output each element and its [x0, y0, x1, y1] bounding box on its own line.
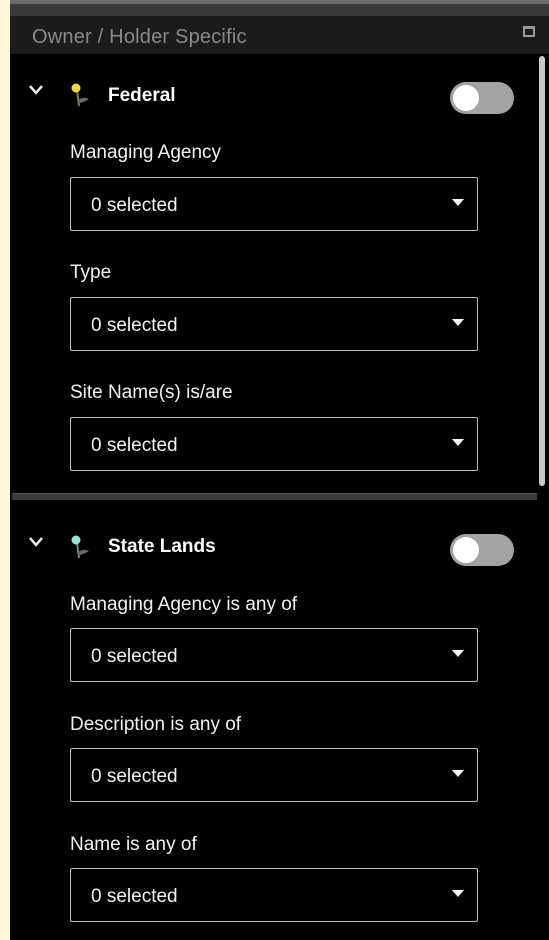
federal-toggle[interactable] [450, 82, 514, 114]
toggle-knob [453, 85, 479, 111]
map-pin-icon [71, 535, 89, 559]
caret-down-icon [452, 439, 464, 446]
scrollbar[interactable] [539, 56, 545, 486]
chevron-down-icon[interactable] [28, 82, 44, 98]
toggle-knob [453, 537, 479, 563]
select-value: 0 selected [91, 766, 178, 787]
caret-down-icon [452, 199, 464, 206]
select-value: 0 selected [91, 315, 178, 336]
site-names-select[interactable]: 0 selected [70, 417, 478, 471]
caret-down-icon [452, 319, 464, 326]
field-label-site-names: Site Name(s) is/are [70, 382, 233, 403]
field-label-managing-agency: Managing Agency [70, 142, 222, 163]
field-label-managing-agency: Managing Agency is any of [70, 594, 298, 615]
managing-agency-select[interactable]: 0 selected [70, 177, 478, 231]
caret-down-icon [452, 890, 464, 897]
name-select[interactable]: 0 selected [70, 868, 478, 922]
section-title: State Lands [108, 536, 216, 557]
filter-panel: Owner / Holder Specific Federal Managing… [10, 16, 549, 940]
chevron-down-icon[interactable] [28, 534, 44, 550]
field-label-type: Type [70, 262, 112, 283]
select-value: 0 selected [91, 886, 178, 907]
field-label-description: Description is any of [70, 714, 242, 735]
select-value: 0 selected [91, 646, 178, 667]
description-select[interactable]: 0 selected [70, 748, 478, 802]
type-select[interactable]: 0 selected [70, 297, 478, 351]
section-title: Federal [108, 85, 176, 106]
state-lands-toggle[interactable] [450, 534, 514, 566]
select-value: 0 selected [91, 435, 178, 456]
select-value: 0 selected [91, 195, 178, 216]
field-label-name: Name is any of [70, 834, 197, 855]
panel-header: Owner / Holder Specific [10, 16, 549, 54]
section-divider [12, 493, 537, 500]
caret-down-icon [452, 650, 464, 657]
managing-agency-select[interactable]: 0 selected [70, 628, 478, 682]
maximize-icon[interactable] [523, 26, 535, 37]
caret-down-icon [452, 770, 464, 777]
map-pin-icon [71, 83, 89, 107]
panel-title: Owner / Holder Specific [32, 26, 247, 48]
